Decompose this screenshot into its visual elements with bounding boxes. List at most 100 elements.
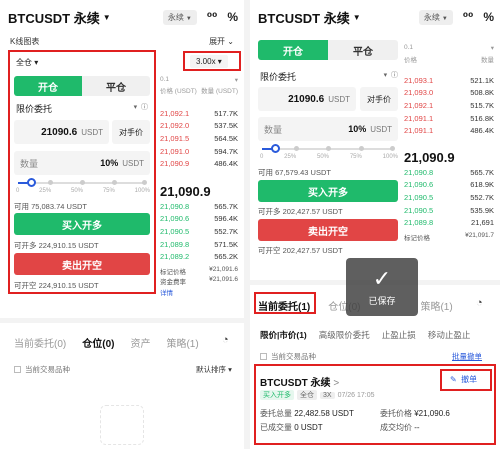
ask-qty: 594.7K <box>214 146 238 156</box>
header: BTCUSDT 永续 ▼ 永续 ▼ ⁰⁰ % <box>258 6 494 28</box>
leverage-select[interactable]: 3.00x ▾ <box>190 55 228 68</box>
bid-price: 21,090.6 <box>404 180 434 190</box>
margin-mode-select[interactable]: 全仓 ▾ <box>16 57 38 68</box>
tab-open[interactable]: 开仓 <box>14 76 82 96</box>
mark-price: 标记价格 ¥21,091.7 <box>404 232 494 242</box>
buy-open-long-button[interactable]: 买入开多 <box>14 213 150 235</box>
subtab-trailing[interactable]: 移动止盈止 <box>428 329 471 341</box>
tab-strategy[interactable]: 策略(1) <box>166 335 198 350</box>
ask-row[interactable]: 21,091.1 516.8K <box>404 112 494 125</box>
symbol-title[interactable]: BTCUSDT 永续 <box>258 8 350 27</box>
subtab-limit-market[interactable]: 限价|市价(1) <box>260 329 307 341</box>
bid-qty: 571.5K <box>214 239 238 249</box>
buy-open-long-button[interactable]: 买入开多 <box>258 180 398 202</box>
order-type-select[interactable]: 限价委托 ▾ ⓘ <box>16 102 148 115</box>
sell-open-short-button[interactable]: 卖出开空 <box>14 253 150 275</box>
quantity-slider[interactable] <box>262 144 395 153</box>
history-icon[interactable]: ◔ <box>222 334 229 346</box>
ask-price: 21,092.1 <box>404 100 434 110</box>
tab-strategy[interactable]: 策略(1) <box>420 298 452 313</box>
tab-positions[interactable]: 仓位(0) <box>82 335 114 350</box>
bid-price: 21,089.8 <box>160 239 190 249</box>
bid-row[interactable]: 21,089.8 571.5K <box>160 238 238 251</box>
bid-qty: 618.9K <box>470 180 494 190</box>
quantity-slider[interactable] <box>18 178 147 187</box>
ask-price: 21,090.9 <box>160 159 190 169</box>
ask-row[interactable]: 21,091.0 594.7K <box>160 145 238 158</box>
symbol-title[interactable]: BTCUSDT 永续 <box>8 8 100 27</box>
tab-close[interactable]: 平仓 <box>82 76 150 96</box>
ask-qty: 486.4K <box>470 126 494 136</box>
bid-qty: 552.7K <box>214 226 238 236</box>
ask-qty: 486.4K <box>214 159 238 169</box>
bid-qty: 552.7K <box>470 192 494 202</box>
bid-qty: 21,691 <box>471 218 494 228</box>
tab-assets[interactable]: 资产 <box>130 335 150 350</box>
percent-icon[interactable]: % <box>483 10 494 24</box>
bid-row[interactable]: 21,090.6 618.9K <box>404 179 494 192</box>
tab-open[interactable]: 开仓 <box>258 40 328 60</box>
price-input[interactable]: 21090.6 USDT <box>14 120 109 144</box>
cancel-order-button[interactable]: ✎ 撤单 <box>450 374 477 385</box>
ask-price: 21,092.0 <box>160 121 190 131</box>
ask-row[interactable]: 21,092.0 537.5K <box>160 120 238 133</box>
bid-row[interactable]: 21,090.5 535.9K <box>404 204 494 217</box>
percent-icon[interactable]: % <box>227 10 238 24</box>
ask-row[interactable]: 21,093.0 508.8K <box>404 87 494 100</box>
ask-qty: 521.1K <box>470 75 494 85</box>
batch-cancel-button[interactable]: 批量撤单 <box>452 351 482 362</box>
bid-row[interactable]: 21,090.8 565.7K <box>404 166 494 179</box>
bid-row[interactable]: 21,090.6 596.4K <box>160 213 238 226</box>
sell-open-short-button[interactable]: 卖出开空 <box>258 219 398 241</box>
bottom-tabs: 当前委托(0) 仓位(0) 资产 策略(1) <box>14 335 215 350</box>
order-book-bids: 21,090.8 565.7K 21,090.6 618.9K 21,090.5 552.… <box>404 166 494 229</box>
order-card-title[interactable]: BTCUSDT 永续 > <box>260 374 339 389</box>
tab-current-orders[interactable]: 当前委托(1) <box>258 298 310 313</box>
bid-row[interactable]: 21,089.8 21,691 <box>404 216 494 229</box>
section-divider <box>0 318 244 323</box>
opponent-price-button[interactable]: 对手价 <box>360 87 398 111</box>
contract-type-pill[interactable]: 永续 ▼ <box>162 9 197 25</box>
detail-link[interactable]: 详情 <box>160 287 173 297</box>
bid-row[interactable]: 21,090.5 552.7K <box>160 225 238 238</box>
contract-type-pill[interactable]: 永续 ▼ <box>418 9 453 25</box>
opponent-price-button[interactable]: 对手价 <box>112 120 150 144</box>
settings-icon[interactable]: ⁰⁰ <box>207 10 218 24</box>
entrust-price: 委托价格 ¥21,090.6 <box>380 409 450 418</box>
ask-row[interactable]: 21,091.1 486.4K <box>404 124 494 137</box>
history-icon[interactable]: ◔ <box>476 297 483 309</box>
ask-row[interactable]: 21,090.9 486.4K <box>160 157 238 170</box>
subtab-tp-sl[interactable]: 止盈止损 <box>382 329 416 341</box>
subtab-advanced-limit[interactable]: 高级限价委托 <box>319 329 370 341</box>
current-symbol-only[interactable]: 当前交易品种 <box>260 351 316 362</box>
tab-close[interactable]: 平仓 <box>328 40 398 60</box>
ask-row[interactable]: 21,092.1 517.7K <box>160 107 238 120</box>
right-screen: BTCUSDT 永续 ▼ 永续 ▼ ⁰⁰ % 开仓 平仓 限价委托 ▾ ⓘ 2109… <box>250 0 500 449</box>
kline-chart-label[interactable]: K线图表 <box>10 36 39 47</box>
current-symbol-only[interactable]: 当前交易品种 <box>14 364 70 375</box>
quantity-input[interactable]: 数量 10% USDT <box>258 117 398 141</box>
sort-select[interactable]: 默认排序 ▾ <box>196 364 232 375</box>
bid-row[interactable]: 21,089.2 565.2K <box>160 250 238 263</box>
price-input[interactable]: 21090.6 USDT <box>258 87 356 111</box>
bid-qty: 596.4K <box>214 214 238 224</box>
ask-qty: 537.5K <box>214 121 238 131</box>
ask-row[interactable]: 21,093.1 521.1K <box>404 74 494 87</box>
chevron-down-icon[interactable]: ▼ <box>103 13 111 22</box>
filled-qty: 已成交量 0 USDT <box>260 423 323 432</box>
ask-qty: 516.8K <box>470 113 494 123</box>
bid-row[interactable]: 21,090.8 565.7K <box>160 200 238 213</box>
bid-row[interactable]: 21,090.5 552.7K <box>404 191 494 204</box>
ask-price: 21,093.0 <box>404 88 434 98</box>
bid-price: 21,090.8 <box>160 201 190 211</box>
ask-row[interactable]: 21,091.5 564.5K <box>160 132 238 145</box>
quantity-input[interactable]: 数量 10% USDT <box>14 151 150 175</box>
settings-icon[interactable]: ⁰⁰ <box>463 10 474 24</box>
ask-row[interactable]: 21,092.1 515.7K <box>404 99 494 112</box>
order-type-select[interactable]: 限价委托 ▾ ⓘ <box>260 70 398 83</box>
tab-current-orders[interactable]: 当前委托(0) <box>14 335 66 350</box>
expand-button[interactable]: 展开 ⌄ <box>209 36 234 47</box>
ask-price: 21,091.5 <box>160 133 190 143</box>
chevron-down-icon[interactable]: ▼ <box>353 13 361 22</box>
bid-price: 21,090.6 <box>160 214 190 224</box>
